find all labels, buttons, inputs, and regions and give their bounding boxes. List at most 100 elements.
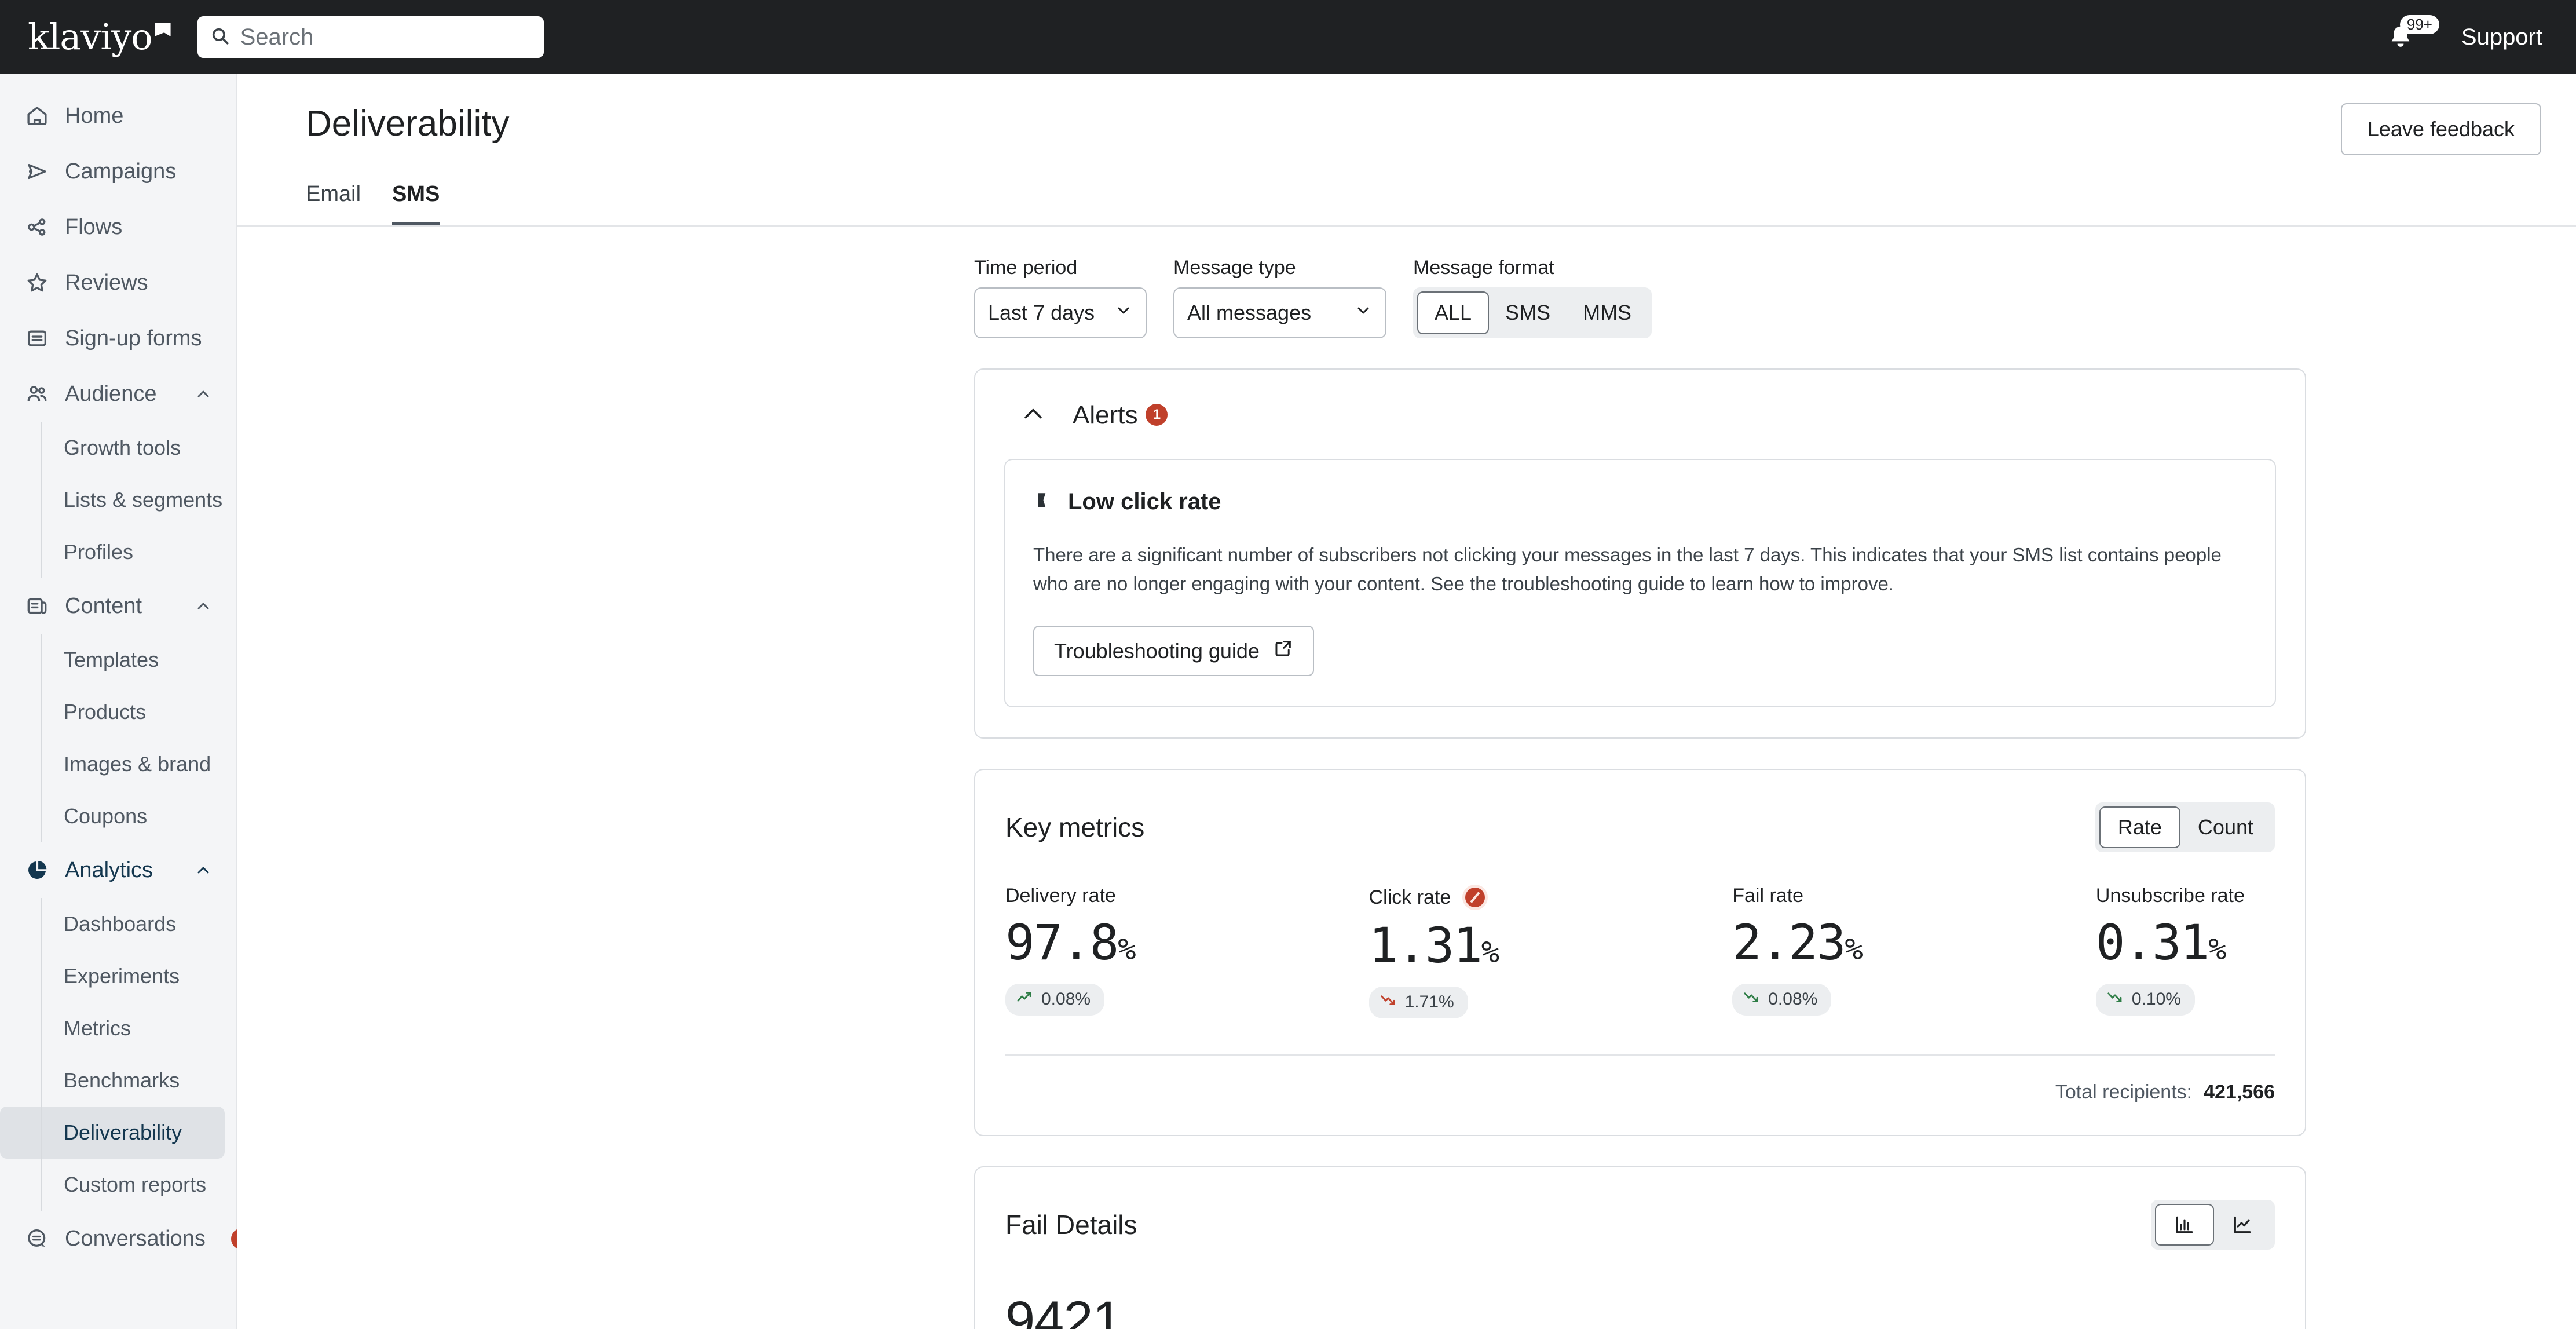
- toggle-count[interactable]: Count: [2180, 806, 2271, 848]
- metric-number: 97.8: [1005, 914, 1118, 971]
- message-type-value: All messages: [1187, 301, 1311, 325]
- warning-icon: [1462, 885, 1488, 910]
- time-period-select[interactable]: Last 7 days: [974, 287, 1147, 338]
- sidebar-item-products[interactable]: Products: [41, 686, 225, 738]
- metric-label-row: Fail rate: [1732, 885, 2096, 907]
- form-icon: [24, 326, 50, 351]
- total-recipients-value: 421,566: [2204, 1081, 2275, 1104]
- sidebar-subitem-label: Templates: [64, 648, 159, 672]
- alerts-count-badge: 1: [1146, 404, 1168, 426]
- search-placeholder: Search: [240, 24, 314, 50]
- metric-value: 1.31%: [1369, 917, 1733, 974]
- sidebar-item-label: Sign-up forms: [65, 326, 202, 351]
- sidebar-item-flows[interactable]: Flows: [10, 199, 226, 255]
- sidebar-item-custom-reports[interactable]: Custom reports: [41, 1159, 225, 1211]
- send-icon: [24, 159, 50, 184]
- sidebar-item-audience[interactable]: Audience: [10, 366, 226, 422]
- sidebar-item-templates[interactable]: Templates: [41, 634, 225, 686]
- tab-email[interactable]: Email: [306, 182, 361, 227]
- sidebar-subitem-label: Deliverability: [64, 1120, 182, 1145]
- metric-number: 0.31: [2096, 914, 2208, 971]
- metric-delta: 0.10%: [2096, 984, 2195, 1016]
- sidebar-item-content[interactable]: Content: [10, 578, 226, 634]
- flag-icon: [1033, 491, 1053, 513]
- sidebar-item-home[interactable]: Home: [10, 88, 226, 144]
- sidebar-item-reviews[interactable]: Reviews: [10, 255, 226, 311]
- toggle-rate[interactable]: Rate: [2099, 806, 2180, 848]
- sidebar-item-images-brand[interactable]: Images & brand: [41, 738, 225, 790]
- top-bar: klaviyo Search 99+ Support: [0, 0, 2576, 74]
- format-option-all[interactable]: ALL: [1417, 291, 1489, 334]
- page-tabs: Email SMS: [306, 182, 2576, 227]
- fail-details-header: Fail Details: [975, 1167, 2305, 1250]
- troubleshooting-guide-button[interactable]: Troubleshooting guide: [1033, 626, 1314, 676]
- chat-icon: [24, 1226, 50, 1251]
- support-link[interactable]: Support: [2461, 24, 2542, 50]
- alerts-title-text: Alerts: [1073, 401, 1137, 429]
- alert-item: Low click rate There are a significant n…: [1004, 459, 2276, 707]
- sidebar-item-dashboards[interactable]: Dashboards: [41, 898, 225, 950]
- sidebar-subitem-label: Images & brand: [64, 752, 211, 776]
- sidebar-item-experiments[interactable]: Experiments: [41, 950, 225, 1002]
- key-metrics-title: Key metrics: [1005, 812, 1144, 843]
- metric-label: Unsubscribe rate: [2096, 885, 2245, 907]
- metric-unsubscribe-rate: Unsubscribe rate 0.31% 0.10%: [2096, 885, 2275, 1018]
- chevron-up-icon[interactable]: [1020, 401, 1046, 430]
- alert-body: There are a significant number of subscr…: [1033, 541, 2244, 598]
- tab-sms[interactable]: SMS: [392, 182, 440, 227]
- time-period-value: Last 7 days: [988, 301, 1095, 325]
- sidebar-item-analytics[interactable]: Analytics: [10, 842, 226, 898]
- sidebar-subitem-label: Profiles: [64, 540, 133, 564]
- search-input[interactable]: Search: [197, 16, 544, 58]
- klaviyo-logo[interactable]: klaviyo: [28, 19, 171, 55]
- sidebar-item-deliverability[interactable]: Deliverability: [0, 1107, 225, 1159]
- sidebar-item-sign-up-forms[interactable]: Sign-up forms: [10, 311, 226, 366]
- sidebar-item-metrics[interactable]: Metrics: [41, 1002, 225, 1054]
- sidebar-item-growth-tools[interactable]: Growth tools: [41, 422, 225, 474]
- sidebar-item-campaigns[interactable]: Campaigns: [10, 144, 226, 199]
- metric-delta-value: 1.71%: [1405, 992, 1454, 1012]
- sidebar-item-profiles[interactable]: Profiles: [41, 526, 225, 578]
- message-type-select[interactable]: All messages: [1173, 287, 1386, 338]
- search-icon: [210, 26, 230, 49]
- deliverability-content: Time period Last 7 days Message type All…: [237, 257, 2576, 1329]
- sidebar-item-coupons[interactable]: Coupons: [41, 790, 225, 842]
- chevron-up-icon[interactable]: [193, 860, 213, 880]
- sidebar-subitem-label: Lists & segments: [64, 488, 222, 512]
- analytics-subnav: Dashboards Experiments Metrics Benchmark…: [41, 898, 236, 1211]
- format-option-sms[interactable]: SMS: [1489, 291, 1567, 334]
- sidebar-subitem-label: Growth tools: [64, 436, 181, 460]
- content-icon: [24, 593, 50, 619]
- sidebar-item-benchmarks[interactable]: Benchmarks: [41, 1054, 225, 1107]
- sidebar-subitem-label: Experiments: [64, 964, 180, 988]
- message-format-segmented-control: ALL SMS MMS: [1413, 287, 1652, 338]
- bar-chart-icon[interactable]: [2155, 1204, 2214, 1246]
- sidebar-subitem-label: Coupons: [64, 804, 147, 828]
- alerts-header[interactable]: Alerts 1: [975, 370, 2305, 430]
- notifications-button[interactable]: 99+: [2385, 19, 2421, 56]
- sidebar-item-lists-segments[interactable]: Lists & segments: [41, 474, 225, 526]
- line-chart-icon[interactable]: [2214, 1204, 2271, 1246]
- metric-delta: 1.71%: [1369, 987, 1468, 1018]
- metric-delta-value: 0.08%: [1041, 990, 1091, 1009]
- page-header: Deliverability Leave feedback: [237, 74, 2576, 155]
- people-icon: [24, 381, 50, 407]
- chevron-up-icon[interactable]: [193, 384, 213, 404]
- sidebar-item-label: Content: [65, 594, 142, 619]
- sidebar-item-label: Home: [65, 104, 123, 129]
- sidebar-item-conversations[interactable]: Conversations 99+: [10, 1211, 226, 1266]
- metric-delivery-rate: Delivery rate 97.8% 0.08%: [1005, 885, 1369, 1018]
- fail-details-title: Fail Details: [1005, 1209, 1137, 1240]
- troubleshooting-guide-label: Troubleshooting guide: [1054, 639, 1260, 663]
- logo-text: klaviyo: [28, 16, 152, 58]
- trend-down-icon: [1743, 988, 1760, 1010]
- sidebar-subitem-label: Products: [64, 700, 146, 724]
- failed-messages-count: 9421: [975, 1250, 2305, 1329]
- format-option-mms[interactable]: MMS: [1567, 291, 1648, 334]
- sidebar-subitem-label: Metrics: [64, 1016, 131, 1040]
- chevron-up-icon[interactable]: [193, 596, 213, 616]
- leave-feedback-button[interactable]: Leave feedback: [2341, 103, 2541, 155]
- total-recipients-label: Total recipients:: [2055, 1081, 2192, 1104]
- metric-delta: 0.08%: [1005, 984, 1104, 1016]
- metric-unit: %: [2208, 932, 2225, 967]
